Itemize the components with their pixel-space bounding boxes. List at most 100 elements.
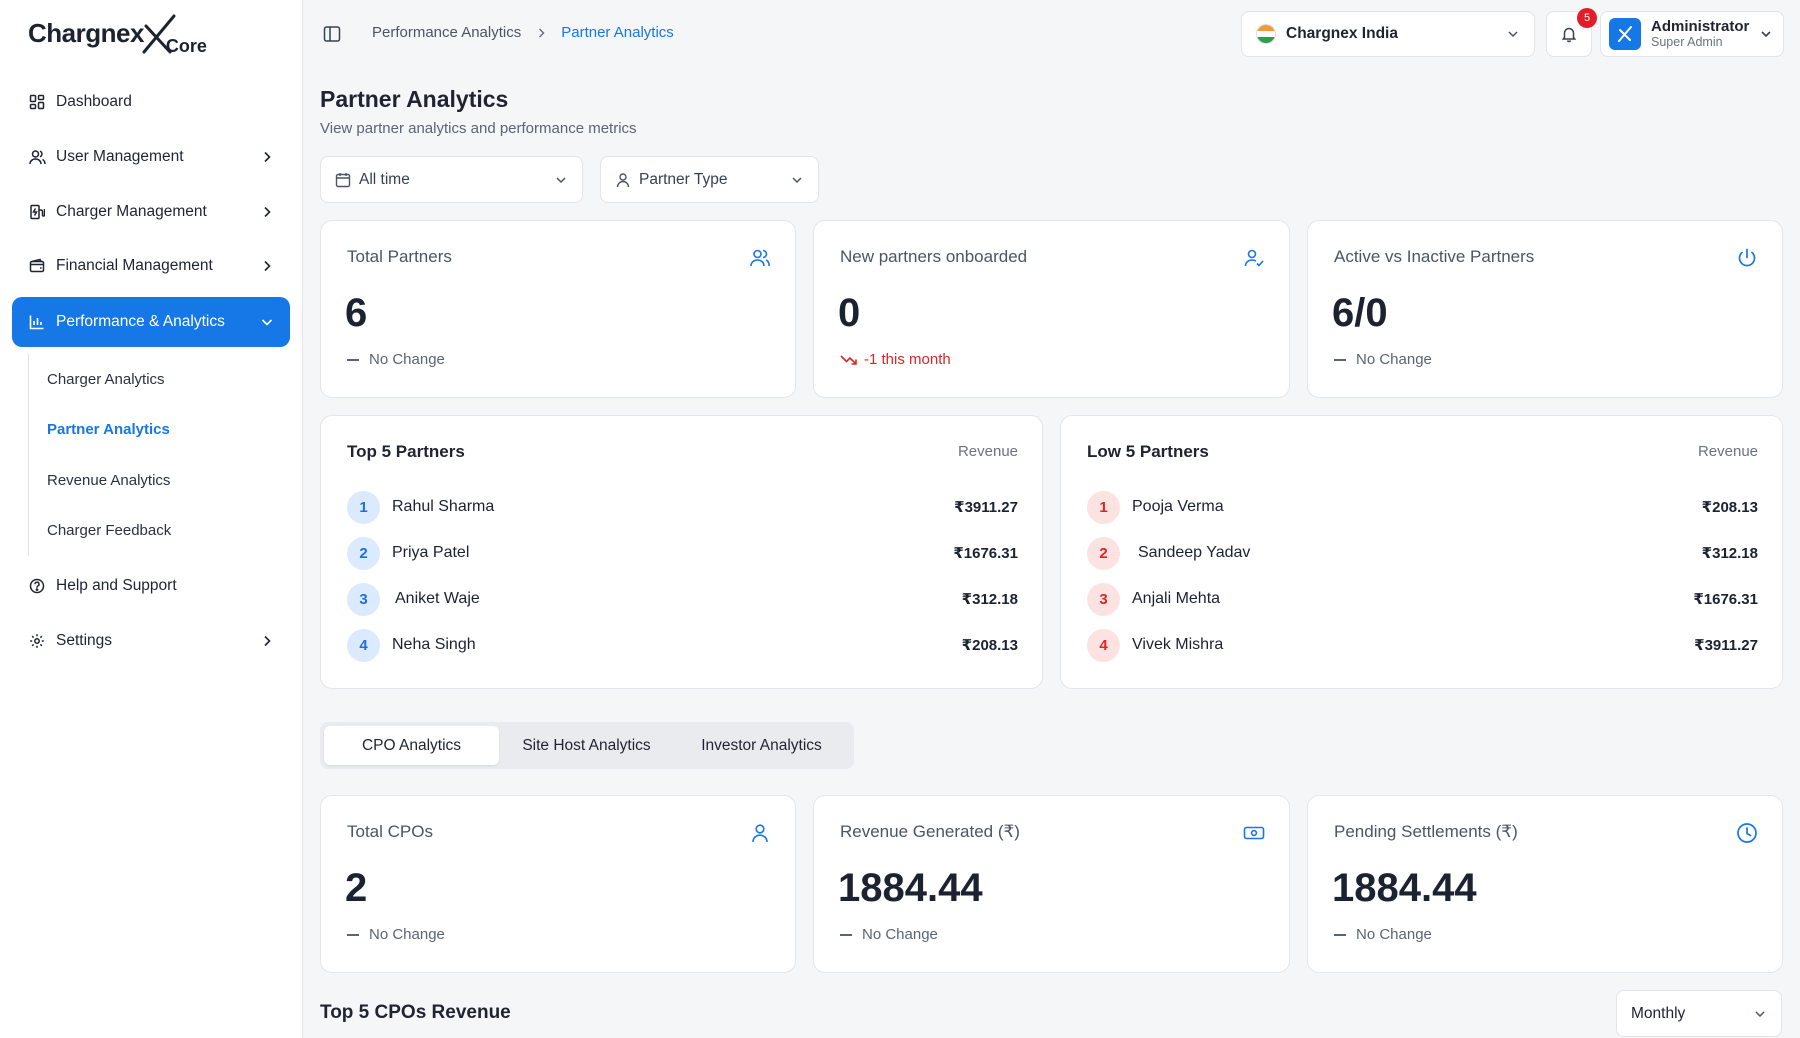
rank-badge: 1: [347, 490, 380, 524]
sidebar-item-label: User Management: [56, 147, 184, 165]
tab-investor-analytics[interactable]: Investor Analytics: [674, 726, 849, 765]
user-icon: [615, 172, 631, 188]
list-item[interactable]: 1 Pooja Verma ₹208.13: [1087, 490, 1758, 524]
chevron-right-icon: [264, 151, 271, 162]
subnav-item-partner-analytics[interactable]: Partner Analytics: [29, 404, 290, 455]
subnav-item-charger-feedback[interactable]: Charger Feedback: [29, 505, 290, 556]
partner-name: Anjali Mehta: [1132, 590, 1221, 607]
sidebar-item-settings[interactable]: Settings: [12, 617, 290, 665]
stat-value: 6: [345, 291, 368, 335]
column-header: Revenue: [1697, 443, 1758, 460]
avatar: [1609, 18, 1641, 50]
partner-name: Aniket Waje: [395, 590, 480, 607]
country-select[interactable]: Chargnex India: [1241, 11, 1535, 57]
stat-card-revenue-generated: Revenue Generated (₹) 1884.44 No Change: [813, 795, 1290, 973]
sidebar-item-financial-management[interactable]: Financial Management: [12, 242, 290, 290]
list-item[interactable]: 1 Rahul Sharma ₹3911.27: [347, 490, 1018, 524]
stat-change-text: No Change: [1356, 926, 1432, 943]
tab-cpo-analytics[interactable]: CPO Analytics: [324, 726, 499, 765]
calendar-icon: [335, 172, 351, 188]
partner-revenue: ₹1676.31: [953, 545, 1018, 562]
power-icon: [1738, 248, 1756, 267]
stat-value: 0: [838, 291, 861, 335]
list-item[interactable]: 4 Vivek Mishra ₹3911.27: [1087, 628, 1758, 662]
subnav-item-revenue-analytics[interactable]: Revenue Analytics: [29, 455, 290, 506]
sidebar-toggle-icon[interactable]: [322, 24, 342, 44]
stat-title: New partners onboarded: [840, 247, 1028, 266]
chevron-right-icon: [264, 206, 271, 217]
rank-badge: 2: [1087, 536, 1120, 570]
rank-badge: 2: [347, 536, 380, 570]
chevron-down-icon: [792, 177, 802, 184]
stat-title: Total Partners: [347, 247, 452, 266]
user-name: Administrator: [1651, 18, 1750, 35]
partner-name: Vivek Mishra: [1132, 636, 1224, 653]
partner-name: Rahul Sharma: [392, 498, 495, 515]
list-item[interactable]: 3 Anjali Mehta ₹1676.31: [1087, 582, 1758, 616]
chevron-down-icon: [1508, 31, 1518, 38]
subnav-item-charger-analytics[interactable]: Charger Analytics: [29, 354, 290, 405]
chevron-down-icon: [1761, 31, 1771, 38]
gear-icon: [28, 632, 46, 650]
stat-title: Total CPOs: [347, 822, 433, 841]
stat-change: No Change: [347, 351, 445, 368]
user-check-icon: [1244, 249, 1264, 267]
trending-down-icon: [840, 354, 857, 365]
sidebar-item-performance-analytics[interactable]: Performance & Analytics: [12, 297, 290, 348]
stat-change: No Change: [1334, 351, 1432, 368]
tab-site-host-analytics[interactable]: Site Host Analytics: [499, 726, 674, 765]
help-icon: [28, 577, 46, 595]
sidebar-item-label: Settings: [56, 631, 113, 649]
partner-revenue: ₹1676.31: [1693, 591, 1758, 608]
sidebar-item-user-management[interactable]: User Management: [12, 133, 290, 181]
stat-card-new-partners: New partners onboarded 0 -1 this month: [813, 220, 1290, 398]
sidebar-item-charger-management[interactable]: Charger Management: [12, 188, 290, 236]
stat-change: No Change: [347, 926, 445, 943]
sidebar: Chargnex Core Dashboard User Management …: [0, 0, 303, 1038]
sidebar-item-label: Charger Management: [56, 202, 207, 220]
brand-x-mark: [142, 14, 176, 54]
stat-change: No Change: [1334, 926, 1432, 943]
grid-icon: [28, 93, 46, 111]
page-title: Partner Analytics: [320, 86, 509, 112]
sidebar-item-label: Financial Management: [56, 257, 213, 275]
list-item[interactable]: 4 Neha Singh ₹208.13: [347, 628, 1018, 662]
partner-revenue: ₹3911.27: [1694, 637, 1758, 654]
list-item[interactable]: 2 Priya Patel ₹1676.31: [347, 536, 1018, 570]
performance-subnav: Charger Analytics Partner Analytics Reve…: [28, 353, 290, 556]
topbar: Performance Analytics Partner Analytics …: [304, 0, 1800, 70]
partner-revenue: ₹312.18: [1701, 545, 1758, 562]
stat-change-text: No Change: [369, 926, 445, 943]
rank-badge: 3: [1087, 582, 1120, 616]
stat-change: No Change: [840, 926, 938, 943]
stat-card-total-cpos: Total CPOs 2 No Change: [320, 795, 796, 973]
user-menu[interactable]: Administrator Super Admin: [1600, 11, 1784, 57]
stat-title: Revenue Generated (₹): [840, 822, 1020, 841]
brand-name: Chargnex: [28, 18, 144, 48]
users-icon: [28, 148, 46, 166]
partner-type-filter[interactable]: Partner Type: [600, 156, 819, 203]
partner-name: Sandeep Yadav: [1138, 544, 1251, 561]
breadcrumb-item[interactable]: Performance Analytics: [372, 24, 521, 41]
stat-change: -1 this month: [840, 351, 951, 368]
sidebar-item-label: Dashboard: [56, 93, 132, 110]
sidebar-item-help-support[interactable]: Help and Support: [12, 562, 290, 610]
stat-card-active-inactive: Active vs Inactive Partners 6/0 No Chang…: [1307, 220, 1783, 398]
list-item[interactable]: 3 Aniket Waje ₹312.18: [347, 582, 1018, 616]
country-select-value: Chargnex India: [1286, 25, 1398, 42]
chevron-down-icon: [1755, 1011, 1765, 1018]
list-item[interactable]: 2 Sandeep Yadav ₹312.18: [1087, 536, 1758, 570]
brand-logo[interactable]: Chargnex Core: [28, 12, 207, 60]
breadcrumb: Performance Analytics Partner Analytics: [372, 24, 674, 41]
notifications-button[interactable]: 5: [1546, 8, 1597, 57]
period-select[interactable]: Monthly: [1616, 990, 1782, 1037]
stat-card-pending-settlements: Pending Settlements (₹) 1884.44 No Chang…: [1307, 795, 1783, 973]
time-range-filter[interactable]: All time: [320, 156, 583, 203]
stat-change-text: No Change: [862, 926, 938, 943]
partner-revenue: ₹3911.27: [954, 499, 1018, 516]
india-flag-icon: [1256, 24, 1276, 44]
stat-value: 6/0: [1332, 291, 1388, 335]
column-header: Revenue: [957, 443, 1018, 460]
sidebar-item-dashboard[interactable]: Dashboard: [12, 78, 290, 126]
stat-value: 2: [345, 866, 368, 910]
